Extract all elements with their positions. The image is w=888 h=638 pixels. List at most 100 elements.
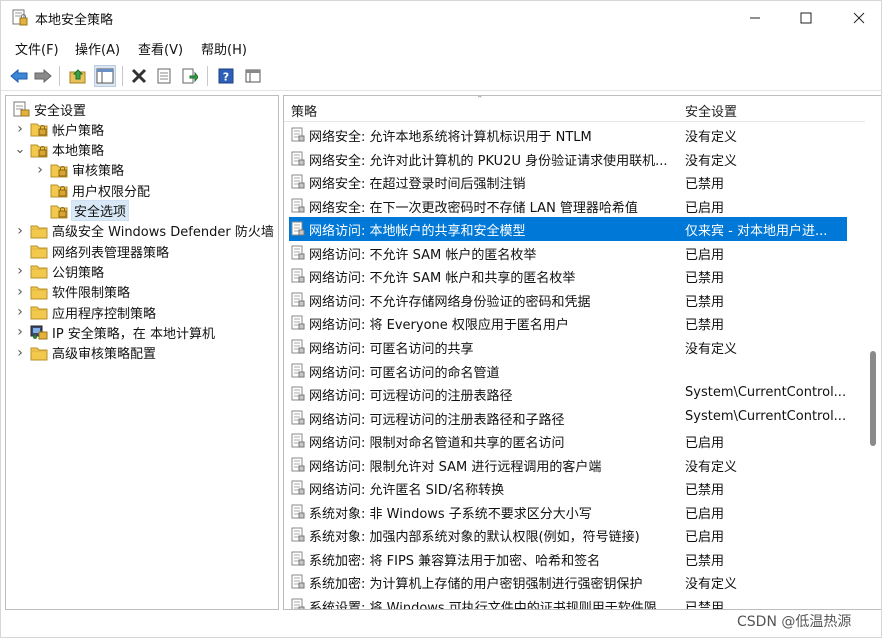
tree-item[interactable]: 网络列表管理器策略 [14, 241, 169, 261]
policy-row[interactable]: 网络访问: 不允许 SAM 帐户和共享的匿名枚举 已禁用 [284, 264, 848, 288]
folder-icon [30, 286, 48, 300]
folder-lock-icon [30, 123, 48, 137]
policy-icon [291, 457, 305, 472]
policy-row[interactable]: 系统加密: 为计算机上存储的用户密钥强制进行强密钥保护 没有定义 [284, 570, 848, 594]
menu-file[interactable]: 文件(F) [15, 39, 59, 58]
policy-setting: 已启用 [685, 436, 725, 452]
policy-icon [291, 268, 305, 283]
policy-setting: 没有定义 [685, 459, 738, 475]
policy-setting: 已禁用 [685, 553, 725, 569]
tree-item[interactable]: › 应用程序控制策略 [14, 302, 156, 322]
policy-name: 网络安全: 允许对此计算机的 PKU2U 身份验证请求使用联机... [309, 153, 668, 169]
forward-button[interactable] [32, 65, 54, 87]
policy-name: 系统加密: 将 FIPS 兼容算法用于加密、哈希和签名 [309, 553, 601, 569]
delete-button[interactable] [128, 65, 150, 87]
tree-item-label: 高级安全 Windows Defender 防火墙 [52, 225, 274, 241]
policy-row[interactable]: 网络安全: 在下一次更改密码时不存储 LAN 管理器哈希值 已启用 [284, 194, 848, 218]
policy-setting: 没有定义 [685, 130, 738, 145]
policy-name: 网络安全: 允许本地系统将计算机标识用于 NTLM [309, 130, 592, 145]
policy-row[interactable]: 网络访问: 限制允许对 SAM 进行远程调用的客户端 没有定义 [284, 453, 848, 477]
policy-row[interactable]: 网络访问: 不允许 SAM 帐户的匿名枚举 已启用 [284, 241, 848, 265]
tree-item[interactable]: › 高级审核策略配置 [14, 343, 156, 363]
expand-chevron-icon[interactable]: › [14, 261, 26, 281]
window-title: 本地安全策略 [35, 13, 114, 28]
policy-row[interactable]: 网络访问: 可远程访问的注册表路径和子路径 System\CurrentContr… [284, 406, 848, 430]
policy-name: 系统对象: 加强内部系统对象的默认权限(例如，符号链接) [309, 530, 640, 546]
policy-row[interactable]: 系统对象: 非 Windows 子系统不要求区分大小写 已启用 [284, 500, 848, 524]
maximize-button[interactable] [779, 1, 833, 35]
policy-setting: 已禁用 [685, 177, 725, 193]
policy-row[interactable]: 系统加密: 将 FIPS 兼容算法用于加密、哈希和签名 已禁用 [284, 547, 848, 571]
policy-setting: 没有定义 [685, 577, 738, 593]
console-view-button[interactable] [242, 65, 264, 87]
policy-icon [291, 363, 305, 377]
policy-name: 网络访问: 可匿名访问的命名管道 [309, 365, 500, 381]
help-button[interactable]: ? [215, 65, 237, 87]
vertical-scrollbar[interactable] [865, 95, 881, 610]
tree-item[interactable]: › 审核策略 [34, 160, 124, 180]
properties-button[interactable] [153, 65, 175, 87]
tree-item-label: 安全选项 [70, 200, 130, 221]
policy-row[interactable]: 网络访问: 允许匿名 SID/名称转换 已禁用 [284, 476, 848, 500]
menu-bar: 文件(F) 操作(A) 查看(V) 帮助(H) [1, 37, 881, 59]
up-button[interactable] [67, 65, 89, 87]
policy-row[interactable]: 网络安全: 允许对此计算机的 PKU2U 身份验证请求使用联机... 没有定义 [284, 147, 848, 171]
tree-item-label: 公钥策略 [52, 265, 105, 281]
policy-row[interactable]: 网络访问: 限制对命名管道和共享的匿名访问 已启用 [284, 429, 848, 453]
policy-row[interactable]: 系统对象: 加强内部系统对象的默认权限(例如，符号链接) 已启用 [284, 523, 848, 547]
policy-setting: 没有定义 [685, 341, 738, 357]
policy-setting: System\CurrentControl... [685, 385, 847, 401]
policy-row[interactable]: 网络访问: 可匿名访问的共享 没有定义 [284, 335, 848, 359]
policy-row[interactable]: 网络访问: 不允许存储网络身份验证的密码和凭据 已禁用 [284, 288, 848, 312]
tree-item[interactable]: › 帐户策略 [14, 119, 104, 139]
policy-name: 网络访问: 可远程访问的注册表路径 [309, 389, 513, 405]
expand-chevron-icon[interactable]: › [14, 221, 26, 241]
menu-help[interactable]: 帮助(H) [201, 39, 247, 58]
policy-name: 网络访问: 不允许 SAM 帐户和共享的匿名枚举 [309, 271, 576, 287]
expand-chevron-icon[interactable]: › [14, 119, 26, 139]
folder-lock-icon [50, 184, 68, 198]
policy-row[interactable]: 网络安全: 在超过登录时间后强制注销 已禁用 [284, 170, 848, 194]
scrollbar-thumb[interactable] [870, 351, 876, 446]
tree-item[interactable]: › 公钥策略 [14, 261, 104, 281]
expand-chevron-icon[interactable]: › [14, 302, 26, 322]
policy-name: 网络访问: 可匿名访问的共享 [309, 341, 474, 357]
show-hide-tree-button[interactable] [94, 65, 116, 87]
policy-row[interactable]: 系统设置: 将 Windows 可执行文件中的证书规则用于软件限 已禁用 [284, 594, 848, 610]
tree-item[interactable]: ⌄ 本地策略 [14, 140, 104, 160]
column-header-policy[interactable]: 策略 [291, 101, 317, 120]
close-button[interactable] [832, 1, 886, 35]
policy-icon [291, 198, 305, 213]
collapse-chevron-icon[interactable]: ⌄ [14, 140, 26, 160]
tree-item[interactable]: › IP 安全策略，在 本地计算机 [14, 322, 215, 342]
show-hide-tree-icon [96, 68, 114, 84]
expand-chevron-icon[interactable]: › [14, 282, 26, 302]
policy-row[interactable]: 网络访问: 可匿名访问的命名管道 [284, 359, 848, 383]
tree-item[interactable]: 用户权限分配 [34, 180, 150, 200]
tree-item-label: 高级审核策略配置 [52, 347, 157, 363]
back-button[interactable] [8, 65, 30, 87]
expand-chevron-icon[interactable]: › [14, 343, 26, 363]
policy-setting: 已禁用 [685, 601, 725, 610]
expand-chevron-icon[interactable]: › [14, 322, 26, 342]
minimize-button[interactable] [728, 1, 782, 35]
expand-chevron-icon[interactable]: › [34, 160, 46, 180]
policy-row[interactable]: 网络访问: 将 Everyone 权限应用于匿名用户 已禁用 [284, 311, 848, 335]
menu-action[interactable]: 操作(A) [75, 39, 120, 58]
tree-item[interactable]: › 高级安全 Windows Defender 防火墙 [14, 221, 274, 241]
policy-row[interactable]: 网络安全: 允许本地系统将计算机标识用于 NTLM 没有定义 [284, 123, 848, 147]
policy-icon [291, 315, 305, 330]
tree-item[interactable]: › 软件限制策略 [14, 282, 130, 302]
menu-view[interactable]: 查看(V) [138, 39, 183, 58]
export-list-button[interactable] [179, 65, 201, 87]
policy-row[interactable]: 网络访问: 可远程访问的注册表路径 System\CurrentControl..… [284, 382, 848, 406]
column-header-setting[interactable]: 安全设置 [685, 101, 737, 120]
policy-row[interactable]: 网络访问: 本地帐户的共享和安全模型 仅来宾 - 对本地用户进... [289, 217, 847, 241]
tree-item[interactable]: 安全设置 [8, 99, 86, 119]
up-folder-icon [69, 69, 86, 84]
tree-item[interactable]: 安全选项 [34, 200, 130, 221]
folder-icon [30, 245, 48, 259]
policy-setting: 已启用 [685, 530, 725, 546]
policy-icon [291, 245, 305, 260]
